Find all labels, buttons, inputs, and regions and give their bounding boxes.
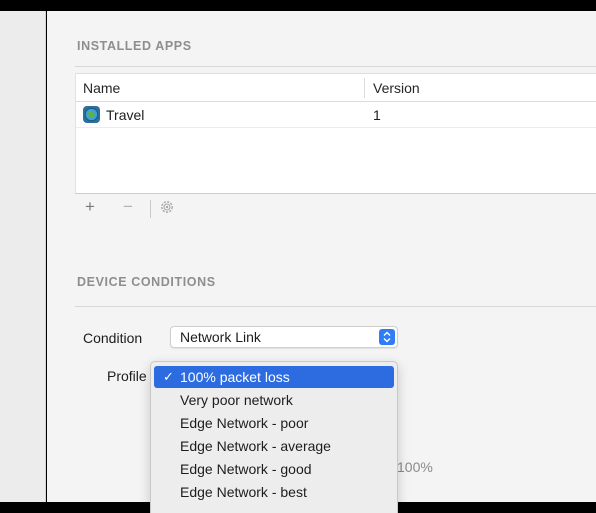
menu-item-label: Edge Network - poor: [180, 415, 309, 431]
gear-icon[interactable]: [159, 199, 175, 220]
device-detail-pane: INSTALLED APPS Name Version Travel 1 + −: [47, 11, 596, 513]
installed-apps-section-title: INSTALLED APPS: [77, 39, 192, 53]
menu-item-label: Edge Network - best: [180, 484, 307, 500]
column-header-version[interactable]: Version: [373, 80, 420, 96]
app-version-cell: 1: [373, 107, 381, 123]
menu-item-edge-good[interactable]: Edge Network - good: [154, 458, 394, 480]
menu-item-label: Very poor network: [180, 392, 293, 408]
device-conditions-section-title: DEVICE CONDITIONS: [77, 275, 216, 289]
profile-dropdown-menu[interactable]: ✓ 100% packet loss Very poor network Edg…: [150, 361, 398, 513]
condition-popup-button[interactable]: Network Link: [170, 326, 398, 348]
menu-item-label: Edge Network - average: [180, 438, 331, 454]
condition-label: Condition: [83, 330, 143, 346]
menu-item-edge-poor[interactable]: Edge Network - poor: [154, 412, 394, 434]
globe-app-icon: [83, 106, 100, 123]
sidebar-pane: [0, 11, 46, 502]
menu-item-very-poor-network[interactable]: Very poor network: [154, 389, 394, 411]
installed-apps-table[interactable]: Name Version Travel 1: [75, 73, 596, 193]
menu-item-edge-average[interactable]: Edge Network - average: [154, 435, 394, 457]
column-separator[interactable]: [364, 78, 365, 98]
device-conditions-divider: [75, 306, 596, 307]
column-header-name[interactable]: Name: [83, 80, 120, 96]
condition-value: Network Link: [180, 329, 261, 345]
menu-item-label: 100% packet loss: [180, 369, 290, 385]
add-app-button[interactable]: +: [85, 197, 95, 217]
checkmark-icon: ✓: [163, 369, 174, 384]
toolbar-separator: [150, 200, 151, 218]
table-header: Name Version: [76, 74, 596, 102]
table-bottom-border: [75, 193, 596, 194]
obscured-percent-value: 100%: [397, 459, 433, 475]
menu-item-label: Edge Network - good: [180, 461, 312, 477]
menu-item-edge-best[interactable]: Edge Network - best: [154, 481, 394, 503]
menu-item-100-packet-loss[interactable]: ✓ 100% packet loss: [154, 366, 394, 388]
remove-app-button[interactable]: −: [123, 197, 133, 217]
app-name-cell: Travel: [106, 107, 145, 123]
profile-label: Profile: [107, 368, 147, 384]
installed-apps-divider: [75, 66, 596, 67]
popup-stepper-icon: [379, 329, 395, 345]
table-row[interactable]: Travel 1: [76, 102, 596, 128]
window-top-bar: [0, 0, 596, 11]
